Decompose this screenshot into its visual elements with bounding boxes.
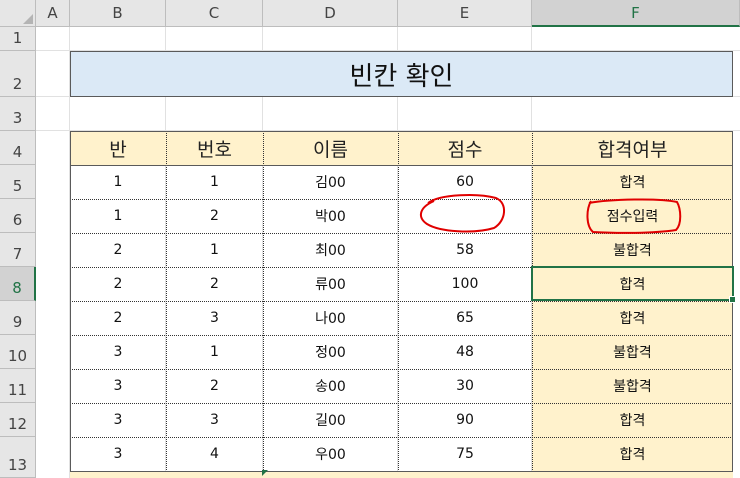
next-row-fill xyxy=(70,472,733,478)
cell-e5[interactable]: 60 xyxy=(398,165,532,199)
cell-e7[interactable]: 58 xyxy=(398,233,532,267)
cell-e11[interactable]: 30 xyxy=(398,369,532,403)
header-pass[interactable]: 합격여부 xyxy=(532,131,733,165)
cell-d6[interactable]: 박00 xyxy=(263,199,398,233)
row-header-13[interactable]: 13 xyxy=(0,437,36,478)
cell-b6[interactable]: 1 xyxy=(70,199,166,233)
title-cell[interactable]: 빈칸 확인 xyxy=(70,51,733,97)
col-header-e[interactable]: E xyxy=(398,0,532,27)
cell-f13[interactable]: 합격 xyxy=(532,437,733,471)
table-divider xyxy=(70,403,733,404)
table-divider xyxy=(70,335,733,336)
cell-e8[interactable]: 100 xyxy=(398,267,532,301)
cell-d13[interactable]: 우00 xyxy=(263,437,398,471)
row-header-3[interactable]: 3 xyxy=(0,97,36,131)
cell-c11[interactable]: 2 xyxy=(166,369,263,403)
cell-f11[interactable]: 불합격 xyxy=(532,369,733,403)
cell-f10[interactable]: 불합격 xyxy=(532,335,733,369)
row-header-10[interactable]: 10 xyxy=(0,335,36,369)
col-header-c[interactable]: C xyxy=(166,0,263,27)
col-header-d[interactable]: D xyxy=(263,0,398,27)
header-ban[interactable]: 반 xyxy=(70,131,166,165)
row-header-12[interactable]: 12 xyxy=(0,403,36,437)
row-header-11[interactable]: 11 xyxy=(0,369,36,403)
cell-c5[interactable]: 1 xyxy=(166,165,263,199)
cell-c13[interactable]: 4 xyxy=(166,437,263,471)
cell-b10[interactable]: 3 xyxy=(70,335,166,369)
header-score[interactable]: 점수 xyxy=(398,131,532,165)
cell-c7[interactable]: 1 xyxy=(166,233,263,267)
row-header-6[interactable]: 6 xyxy=(0,199,36,233)
cell-b13[interactable]: 3 xyxy=(70,437,166,471)
col-header-a[interactable]: A xyxy=(36,0,70,27)
cell-f9[interactable]: 합격 xyxy=(532,301,733,335)
table-divider xyxy=(70,199,733,200)
cell-d7[interactable]: 최00 xyxy=(263,233,398,267)
cell-d10[interactable]: 정00 xyxy=(263,335,398,369)
col-header-b[interactable]: B xyxy=(70,0,166,27)
cell-c10[interactable]: 1 xyxy=(166,335,263,369)
cell-b5[interactable]: 1 xyxy=(70,165,166,199)
cell-d8[interactable]: 류00 xyxy=(263,267,398,301)
cell-c8[interactable]: 2 xyxy=(166,267,263,301)
row-header-2[interactable]: 2 xyxy=(0,51,36,97)
active-cell-selection[interactable] xyxy=(531,266,736,303)
cell-b7[interactable]: 2 xyxy=(70,233,166,267)
cell-f6[interactable]: 점수입력 xyxy=(532,199,733,233)
table-divider xyxy=(70,437,733,438)
row-header-4[interactable]: 4 xyxy=(0,131,36,165)
row-header-7[interactable]: 7 xyxy=(0,233,36,267)
cell-c6[interactable]: 2 xyxy=(166,199,263,233)
cell-f7[interactable]: 불합격 xyxy=(532,233,733,267)
cell-d12[interactable]: 길00 xyxy=(263,403,398,437)
row-header-5[interactable]: 5 xyxy=(0,165,36,199)
cell-d9[interactable]: 나00 xyxy=(263,301,398,335)
cell-b8[interactable]: 2 xyxy=(70,267,166,301)
row-header-9[interactable]: 9 xyxy=(0,301,36,335)
cell-e6[interactable] xyxy=(398,199,532,233)
cell-e12[interactable]: 90 xyxy=(398,403,532,437)
col-header-f[interactable]: F xyxy=(532,0,740,27)
cell-b9[interactable]: 2 xyxy=(70,301,166,335)
cell-f12[interactable]: 합격 xyxy=(532,403,733,437)
table-divider xyxy=(70,165,733,166)
header-number[interactable]: 번호 xyxy=(166,131,263,165)
row-header-1[interactable]: 1 xyxy=(0,27,36,51)
cell-e9[interactable]: 65 xyxy=(398,301,532,335)
cell-f5[interactable]: 합격 xyxy=(532,165,733,199)
error-indicator-icon xyxy=(262,470,268,476)
cell-b12[interactable]: 3 xyxy=(70,403,166,437)
cell-c12[interactable]: 3 xyxy=(166,403,263,437)
row-header-8[interactable]: 8 xyxy=(0,267,36,301)
cell-b11[interactable]: 3 xyxy=(70,369,166,403)
table-divider xyxy=(70,233,733,234)
header-name[interactable]: 이름 xyxy=(263,131,398,165)
spreadsheet: A B C D E F 1 2 3 4 5 6 7 8 9 10 11 12 1… xyxy=(0,0,740,478)
cell-c9[interactable]: 3 xyxy=(166,301,263,335)
cell-d11[interactable]: 송00 xyxy=(263,369,398,403)
table-divider xyxy=(70,369,733,370)
table-divider xyxy=(70,301,733,302)
select-all-corner[interactable] xyxy=(0,0,36,27)
cell-e13[interactable]: 75 xyxy=(398,437,532,471)
cell-e10[interactable]: 48 xyxy=(398,335,532,369)
cell-d5[interactable]: 김00 xyxy=(263,165,398,199)
